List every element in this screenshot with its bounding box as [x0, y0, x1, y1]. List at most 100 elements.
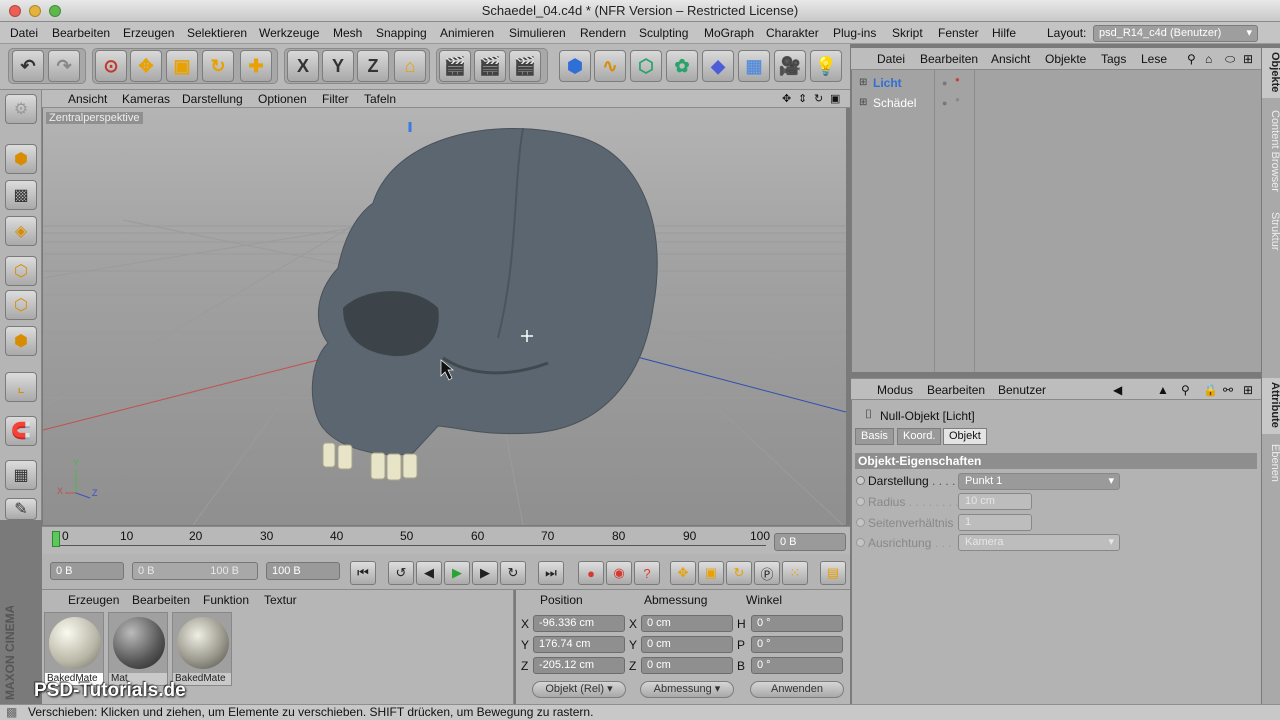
object-name-licht[interactable]: Licht — [873, 76, 902, 90]
workplane-mode-icon[interactable]: ◈ — [5, 216, 37, 246]
radius-field[interactable]: 10 cm — [958, 493, 1032, 510]
object-row-licht[interactable]: ⊞ Licht ● ● — [855, 74, 960, 92]
menu-plugins[interactable]: Plug-ins — [833, 26, 876, 40]
viewport-menu-optionen[interactable]: Optionen — [258, 92, 307, 106]
workplane-lock-icon[interactable]: ▦ — [5, 460, 37, 490]
menu-animieren[interactable]: Animieren — [440, 26, 494, 40]
menu-skript[interactable]: Skript — [892, 26, 923, 40]
back-arrow-icon[interactable]: ◀ — [1113, 383, 1122, 397]
go-to-end-icon[interactable]: ⏭ — [538, 561, 564, 585]
menu-selektieren[interactable]: Selektieren — [187, 26, 247, 40]
scale-tool-icon[interactable]: ▣ — [166, 50, 198, 82]
camera-icon[interactable]: 🎥 — [774, 50, 806, 82]
minimize-window-button[interactable] — [29, 5, 41, 17]
new-attribute-panel-icon[interactable]: ⊞ — [1243, 383, 1253, 397]
size-mode-select[interactable]: Abmessung ▾ — [640, 681, 734, 698]
position-z-field[interactable]: -205.12 cm — [533, 657, 625, 674]
start-frame-field[interactable]: 0 B — [50, 562, 124, 580]
position-y-field[interactable]: 176.74 cm — [533, 636, 625, 653]
autokey-icon[interactable]: ◉ — [606, 561, 632, 585]
move-tool-icon[interactable]: ✥ — [130, 50, 162, 82]
size-z-field[interactable]: 0 cm — [641, 657, 733, 674]
animate-radio-darstellung[interactable] — [856, 476, 865, 485]
viewport-menu-ansicht[interactable]: Ansicht — [68, 92, 107, 106]
texture-mode-icon[interactable]: ▩ — [5, 180, 37, 210]
expand-icon[interactable]: ⊞ — [859, 94, 867, 112]
menu-werkzeuge[interactable]: Werkzeuge — [259, 26, 319, 40]
undo-icon[interactable]: ↶ — [12, 50, 44, 82]
attribute-menu-modus[interactable]: Modus — [877, 383, 913, 397]
floor-environment-icon[interactable]: ▦ — [738, 50, 770, 82]
size-y-field[interactable]: 0 cm — [641, 636, 733, 653]
tab-basis[interactable]: Basis — [855, 428, 894, 445]
material-menu-bearbeiten[interactable]: Bearbeiten — [132, 593, 190, 607]
menu-hilfe[interactable]: Hilfe — [992, 26, 1016, 40]
playhead-marker[interactable] — [52, 531, 60, 547]
material-swatch-1[interactable]: BakedMate — [44, 612, 104, 686]
tab-koord[interactable]: Koord. — [897, 428, 942, 445]
viewport-maximize-icon[interactable]: ▣ — [830, 92, 840, 105]
render-view-icon[interactable]: 🎬 — [439, 50, 471, 82]
home-icon[interactable]: ⌂ — [1205, 52, 1212, 66]
search-icon[interactable]: ⚲ — [1187, 52, 1196, 66]
menu-erzeugen[interactable]: Erzeugen — [123, 26, 174, 40]
rotation-b-field[interactable]: 0 ° — [751, 657, 843, 674]
animate-radio-radius[interactable] — [856, 497, 865, 506]
viewport-menu-darstellung[interactable]: Darstellung — [182, 92, 243, 106]
add-tool-icon[interactable]: ✚ — [240, 50, 272, 82]
render-dot-icon[interactable]: ● — [955, 91, 960, 109]
sidetab-ebenen[interactable]: Ebenen — [1262, 440, 1280, 486]
axis-y-button[interactable]: Y — [322, 50, 354, 82]
coordinate-system-icon[interactable]: ⌂ — [394, 50, 426, 82]
material-menu-textur[interactable]: Textur — [264, 593, 297, 607]
deformer-icon[interactable]: ◆ — [702, 50, 734, 82]
key-rotation-icon[interactable]: ↻ — [726, 561, 752, 585]
timeline-window-icon[interactable]: ▤ — [820, 561, 846, 585]
edges-mode-icon[interactable]: ⬡ — [5, 290, 37, 320]
render-dot-icon[interactable]: ● — [955, 71, 960, 89]
key-pla-icon[interactable]: ⁙ — [782, 561, 808, 585]
cube-object-icon[interactable]: ⬢ — [559, 50, 591, 82]
next-frame-icon[interactable]: ▶ — [472, 561, 498, 585]
axis-z-button[interactable]: Z — [357, 50, 389, 82]
layout-select[interactable]: psd_R14_c4d (Benutzer) ▾ — [1093, 25, 1258, 42]
key-parameter-icon[interactable]: Ⓟ — [754, 561, 780, 585]
material-swatch-3[interactable]: BakedMate — [172, 612, 232, 686]
object-menu-lesezeichen[interactable]: Lese — [1141, 52, 1167, 66]
viewport-menu-filter[interactable]: Filter — [322, 92, 349, 106]
menu-bearbeiten[interactable]: Bearbeiten — [52, 26, 110, 40]
menu-sculpting[interactable]: Sculpting — [639, 26, 688, 40]
end-frame-field[interactable]: 100 B — [266, 562, 340, 580]
new-panel-icon[interactable]: ⊞ — [1243, 52, 1253, 66]
key-position-icon[interactable]: ✥ — [670, 561, 696, 585]
light-bulb-icon[interactable]: 💡 — [810, 50, 842, 82]
menu-fenster[interactable]: Fenster — [938, 26, 979, 40]
select-arrow-icon[interactable]: ⊙ — [95, 50, 127, 82]
attribute-menu-benutzer[interactable]: Benutzer — [998, 383, 1046, 397]
ausrichtung-select[interactable]: Kamera ▾ — [958, 534, 1120, 551]
menu-rendern[interactable]: Rendern — [580, 26, 626, 40]
viewport-move-icon[interactable]: ✥ — [782, 92, 791, 105]
sidetab-attribute[interactable]: Attribute — [1262, 378, 1280, 434]
render-picture-viewer-icon[interactable]: 🎬 — [474, 50, 506, 82]
model-mode-icon[interactable]: ⬢ — [5, 144, 37, 174]
spline-icon[interactable]: ∿ — [594, 50, 626, 82]
menu-mograph[interactable]: MoGraph — [704, 26, 754, 40]
position-x-field[interactable]: -96.336 cm — [533, 615, 625, 632]
rotate-tool-icon[interactable]: ↻ — [202, 50, 234, 82]
coordinate-mode-select[interactable]: Objekt (Rel) ▾ — [532, 681, 626, 698]
keyframe-selection-icon[interactable]: ? — [634, 561, 660, 585]
viewport-menu-tafeln[interactable]: Tafeln — [364, 92, 396, 106]
sidetab-objekte[interactable]: Objekte — [1262, 48, 1280, 98]
sidetab-content-browser[interactable]: Content Browser — [1262, 106, 1280, 204]
subdivision-icon[interactable]: ⬡ — [630, 50, 662, 82]
attribute-search-icon[interactable]: ⚲ — [1181, 383, 1190, 397]
play-icon[interactable]: ▶ — [444, 561, 470, 585]
rotation-p-field[interactable]: 0 ° — [751, 636, 843, 653]
object-menu-bearbeiten[interactable]: Bearbeiten — [920, 52, 978, 66]
viewport-zoom-icon[interactable]: ⇕ — [798, 92, 807, 105]
previous-key-icon[interactable]: ↺ — [388, 561, 414, 585]
snap-magnet-icon[interactable]: 🧲 — [5, 416, 37, 446]
apply-button[interactable]: Anwenden — [750, 681, 844, 698]
visibility-dots-icon[interactable]: ● — [942, 74, 947, 92]
